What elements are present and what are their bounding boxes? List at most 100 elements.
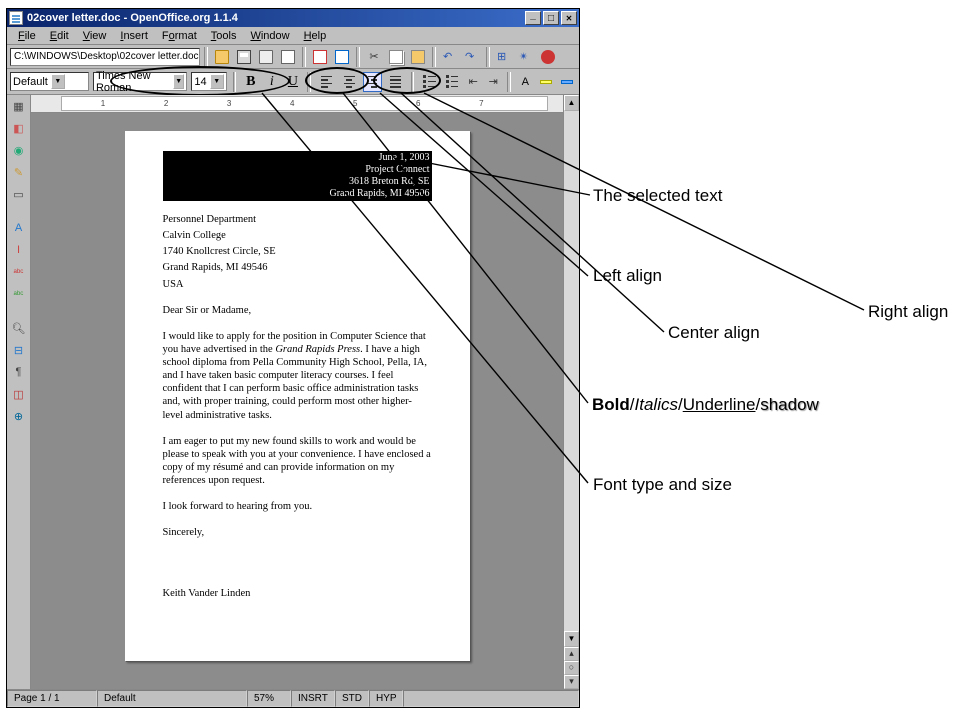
navigator-button[interactable]: ⊞	[494, 47, 514, 67]
mail-button[interactable]	[278, 47, 298, 67]
recipient-line: Personnel Department	[163, 213, 432, 226]
italic-button[interactable]: i	[263, 72, 280, 92]
align-left-button[interactable]	[317, 72, 336, 92]
export-pdf-button[interactable]	[310, 47, 330, 67]
document-area[interactable]: June 1, 2003 Project Connect 3618 Breton…	[31, 113, 563, 689]
form-tool-icon[interactable]: ▭	[10, 185, 28, 203]
status-page: Page 1 / 1	[7, 690, 97, 707]
maximize-button[interactable]	[543, 11, 559, 25]
ruler-tick: 2	[164, 99, 168, 108]
font-size-select[interactable]: 14▼	[191, 72, 226, 91]
align-justify-button[interactable]	[386, 72, 405, 92]
formatting-toolbar: Default▼ Times New Roman▼ 14▼ B i U ⇤ ⇥ …	[7, 69, 579, 95]
prev-page-button[interactable]: ▴	[564, 647, 579, 661]
next-page-button[interactable]: ▾	[564, 675, 579, 689]
font-name-select[interactable]: Times New Roman▼	[93, 72, 187, 91]
scroll-track[interactable]	[564, 111, 579, 631]
datasource-tool-icon[interactable]: ⊟	[10, 341, 28, 359]
sender-addr2: Grand Rapids, MI 49506	[165, 188, 430, 200]
title-bar: 02cover letter.doc - OpenOffice.org 1.1.…	[7, 9, 579, 27]
menu-bar: File Edit View Insert Format Tools Windo…	[7, 27, 579, 45]
status-insert[interactable]: INSRT	[291, 690, 335, 707]
recipient-line: 1740 Knollcrest Circle, SE	[163, 245, 432, 258]
menu-insert[interactable]: Insert	[113, 29, 155, 43]
highlight-color-button[interactable]	[538, 72, 555, 92]
fields-tool-icon[interactable]: ◉	[10, 141, 28, 159]
ruler-tick: 4	[290, 99, 294, 108]
signature: Keith Vander Linden	[163, 587, 432, 600]
undo-button[interactable]: ↶	[440, 47, 460, 67]
menu-edit[interactable]: Edit	[43, 29, 76, 43]
draw-tool-icon[interactable]: ✎	[10, 163, 28, 181]
web-tool-icon[interactable]: ⊕	[10, 407, 28, 425]
autospell-tool-icon[interactable]: ᵃᵇᶜ	[10, 285, 28, 303]
font-value: Times New Roman	[96, 70, 170, 94]
status-hyp[interactable]: HYP	[369, 690, 403, 707]
status-zoom[interactable]: 57%	[247, 690, 291, 707]
page[interactable]: June 1, 2003 Project Connect 3618 Breton…	[125, 131, 470, 661]
open-button[interactable]	[212, 47, 232, 67]
horizontal-ruler[interactable]: 1 2 3 4 5 6 7	[31, 95, 563, 113]
insert-tool-icon[interactable]: ◧	[10, 119, 28, 137]
nonprint-tool-icon[interactable]: ¶	[10, 363, 28, 381]
application-window: 02cover letter.doc - OpenOffice.org 1.1.…	[6, 8, 580, 708]
minimize-button[interactable]	[525, 11, 541, 25]
hyperlink-button[interactable]: ✴	[516, 47, 536, 67]
gallery-button[interactable]	[538, 47, 558, 67]
graphics-tool-icon[interactable]: ◫	[10, 385, 28, 403]
sender-date: June 1, 2003	[165, 152, 430, 164]
close-button[interactable]	[561, 11, 577, 25]
background-color-button[interactable]	[559, 72, 576, 92]
scroll-up-button[interactable]: ▲	[564, 95, 579, 111]
paragraph-style-select[interactable]: Default▼	[10, 72, 89, 91]
paste-button[interactable]	[408, 47, 428, 67]
font-tool-icon[interactable]: A	[10, 219, 28, 237]
vertical-toolbar: ▦ ◧ ◉ ✎ ▭ A I ᵃᵇᶜ ᵃᵇᶜ 🔍︎ ⊟ ¶ ◫ ⊕	[7, 95, 31, 689]
copy-button[interactable]	[386, 47, 406, 67]
url-path-text: C:\WINDOWS\Desktop\02cover letter.doc	[14, 51, 199, 62]
align-right-button[interactable]	[363, 72, 382, 92]
closing-line: I look forward to hearing from you.	[163, 500, 432, 513]
closing-line: Sincerely,	[163, 526, 432, 539]
menu-format[interactable]: Format	[155, 29, 204, 43]
sender-addr1: 3618 Breton Rd, SE	[165, 176, 430, 188]
callout-left-align: Left align	[593, 266, 662, 286]
edit-button[interactable]	[256, 47, 276, 67]
font-color-button[interactable]: A	[517, 72, 534, 92]
print-button[interactable]	[332, 47, 352, 67]
align-center-button[interactable]	[340, 72, 359, 92]
url-path-field[interactable]: C:\WINDOWS\Desktop\02cover letter.doc ▼	[10, 48, 200, 66]
ruler-tick: 3	[227, 99, 231, 108]
menu-help[interactable]: Help	[297, 29, 334, 43]
selected-text-block[interactable]: June 1, 2003 Project Connect 3618 Breton…	[163, 151, 432, 201]
document-icon	[9, 11, 23, 25]
spellcheck-tool-icon[interactable]: ᵃᵇᶜ	[10, 263, 28, 281]
salutation: Dear Sir or Madame,	[163, 304, 432, 317]
decrease-indent-button[interactable]: ⇤	[465, 72, 481, 92]
bold-button[interactable]: B	[242, 72, 259, 92]
menu-window[interactable]: Window	[243, 29, 296, 43]
nav-button[interactable]: ○	[564, 661, 579, 675]
recipient-line: Grand Rapids, MI 49546	[163, 261, 432, 274]
menu-view[interactable]: View	[76, 29, 114, 43]
size-value: 14	[194, 76, 206, 88]
sender-org: Project Connect	[165, 164, 430, 176]
numbered-list-button[interactable]	[420, 72, 438, 92]
find-tool-icon[interactable]: 🔍︎	[10, 319, 28, 337]
cut-button[interactable]: ✂	[364, 47, 384, 67]
save-button[interactable]	[234, 47, 254, 67]
callout-center-align: Center align	[668, 323, 760, 343]
status-std[interactable]: STD	[335, 690, 369, 707]
underline-button[interactable]: U	[284, 72, 301, 92]
vertical-scrollbar[interactable]: ▲ ▼ ▴ ○ ▾	[563, 95, 579, 689]
table-tool-icon[interactable]: ▦	[10, 97, 28, 115]
cursor-tool-icon[interactable]: I	[10, 241, 28, 259]
increase-indent-button[interactable]: ⇥	[485, 72, 501, 92]
callout-right-align: Right align	[868, 302, 948, 322]
bulleted-list-button[interactable]	[443, 72, 461, 92]
menu-file[interactable]: File	[11, 29, 43, 43]
redo-button[interactable]: ↷	[462, 47, 482, 67]
scroll-down-button[interactable]: ▼	[564, 631, 579, 647]
menu-tools[interactable]: Tools	[204, 29, 244, 43]
ruler-tick: 7	[479, 99, 483, 108]
